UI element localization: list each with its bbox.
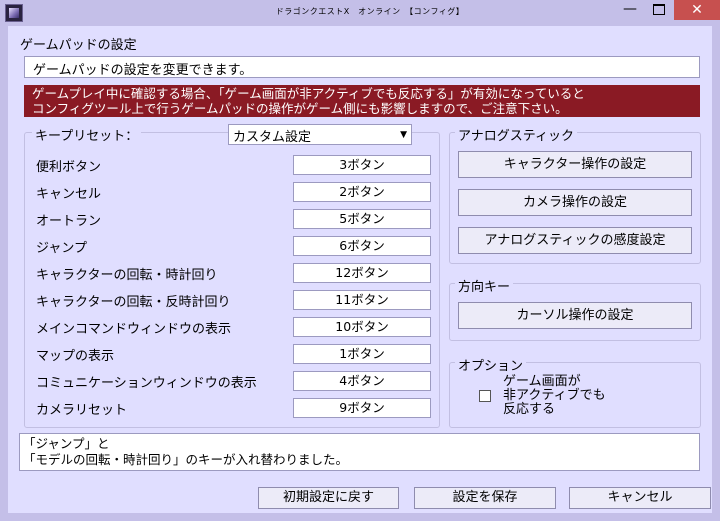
key-field[interactable]: 3ボタン: [293, 155, 431, 175]
key-field[interactable]: 11ボタン: [293, 290, 431, 310]
key-field[interactable]: 10ボタン: [293, 317, 431, 337]
key-field[interactable]: 5ボタン: [293, 209, 431, 229]
background-input-label-line-1: ゲーム画面が: [503, 374, 581, 389]
background-input-label-line-2: 非アクティブでも: [503, 388, 606, 403]
minimize-icon: —: [623, 1, 637, 17]
cancel-button[interactable]: キャンセル: [569, 487, 711, 509]
background-input-checkbox[interactable]: [479, 390, 491, 402]
maximize-button[interactable]: [645, 0, 673, 20]
reset-defaults-button[interactable]: 初期設定に戻す: [258, 487, 399, 509]
key-label: キャンセル: [36, 187, 102, 202]
section-title: ゲームパッドの設定: [20, 38, 137, 53]
character-control-button[interactable]: キャラクター操作の設定: [458, 151, 692, 178]
key-label: コミュニケーションウィンドウの表示: [36, 376, 257, 391]
key-label: ジャンプ: [36, 241, 87, 256]
key-label: キャラクターの回転・反時計回り: [36, 295, 231, 310]
preset-value: カスタム設定: [233, 130, 312, 145]
key-label: メインコマンドウィンドウの表示: [36, 322, 232, 337]
window-title: ドラゴンクエストX オンライン 【コンフィグ】: [275, 7, 465, 16]
option-title: オプション: [455, 355, 527, 374]
warning-line-1: ゲームプレイ中に確認する場合、「ゲーム画面が非アクティブでも反応する」が有効にな…: [32, 86, 585, 101]
key-label: マップの表示: [36, 349, 115, 364]
save-settings-button[interactable]: 設定を保存: [414, 487, 556, 509]
maximize-icon: [653, 3, 665, 15]
app-icon: [5, 4, 23, 22]
key-label: カメラリセット: [36, 403, 128, 418]
minimize-button[interactable]: —: [615, 0, 645, 20]
status-log-line-2: 「モデルの回転・時計回り」のキーが入れ替わりました。: [23, 452, 349, 467]
camera-control-button[interactable]: カメラ操作の設定: [458, 189, 692, 216]
warning-line-2: コンフィグツール上で行うゲームパッドの操作がゲーム側にも影響しますので、ご注意下…: [32, 101, 568, 116]
key-field[interactable]: 4ボタン: [293, 371, 431, 391]
status-log-line-1: 「ジャンプ」と: [23, 436, 110, 451]
close-icon: ✕: [691, 2, 703, 18]
analog-stick-title: アナログスティック: [455, 125, 577, 144]
title-bar: ドラゴンクエストX オンライン 【コンフィグ】 — ✕: [0, 0, 720, 26]
background-input-label-line-3: 反応する: [503, 402, 556, 417]
close-button[interactable]: ✕: [674, 0, 720, 20]
preset-select[interactable]: カスタム設定 ▼: [228, 124, 412, 145]
cursor-control-button[interactable]: カーソル操作の設定: [458, 302, 692, 329]
key-field[interactable]: 6ボタン: [293, 236, 431, 256]
key-label: オートラン: [36, 214, 102, 229]
key-field[interactable]: 12ボタン: [293, 263, 431, 283]
background-input-label: ゲーム画面が 非アクティブでも 反応する: [503, 375, 643, 417]
key-field[interactable]: 2ボタン: [293, 182, 431, 202]
direction-keys-title: 方向キー: [455, 276, 514, 295]
status-log: 「ジャンプ」と 「モデルの回転・時計回り」のキーが入れ替わりました。: [19, 433, 700, 471]
chevron-down-icon: ▼: [400, 130, 407, 140]
description-box: ゲームパッドの設定を変更できます。: [24, 56, 700, 78]
key-field[interactable]: 1ボタン: [293, 344, 431, 364]
warning-box: ゲームプレイ中に確認する場合、「ゲーム画面が非アクティブでも反応する」が有効にな…: [24, 85, 700, 117]
preset-label: キープリセット：: [32, 125, 142, 144]
key-label: 便利ボタン: [36, 160, 102, 175]
key-label: キャラクターの回転・時計回り: [36, 268, 218, 283]
stick-sensitivity-button[interactable]: アナログスティックの感度設定: [458, 227, 692, 254]
key-field[interactable]: 9ボタン: [293, 398, 431, 418]
